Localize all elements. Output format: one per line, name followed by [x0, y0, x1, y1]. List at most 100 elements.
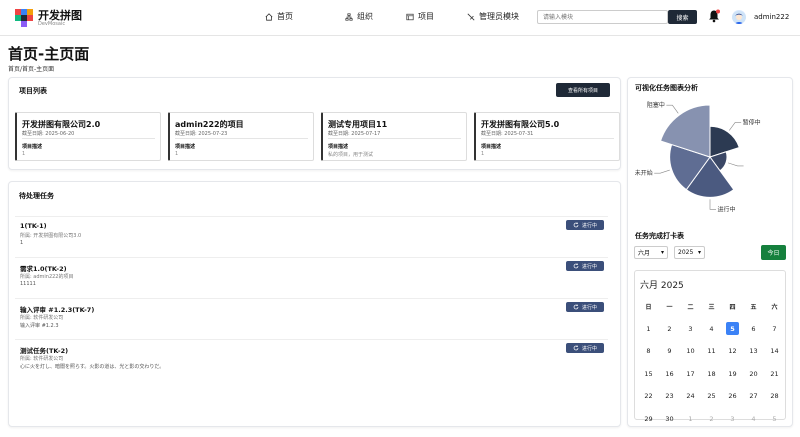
- project-date: 截至日期: 2025-07-23: [175, 131, 228, 137]
- project-name: admin222的项目: [175, 120, 244, 129]
- task-owner: 所属: 软件研发公司: [20, 356, 64, 362]
- task-item[interactable]: 1(TK-1) 所属: 开发拼图有限公司3.0 1 进行中: [15, 216, 608, 253]
- task-item[interactable]: 测试任务(TK-2) 所属: 软件研发公司 心に火を灯し、暗闇を照らす。火影の道…: [15, 339, 608, 376]
- nav-project-label: 项目: [418, 12, 434, 21]
- divider: [22, 138, 155, 139]
- calendar-day[interactable]: 8: [638, 340, 659, 363]
- project-desc: 私的项目，用于测试: [328, 152, 374, 158]
- status-badge: 进行中: [566, 220, 604, 230]
- year-select[interactable]: 2025 ▾: [674, 246, 705, 259]
- calendar-day-today[interactable]: 5: [722, 318, 743, 341]
- task-owner: 所属: admin222的项目: [20, 274, 74, 280]
- bell-icon[interactable]: [708, 9, 720, 23]
- page-title: 首页-主页面: [8, 45, 90, 63]
- checkin-title: 任务完成打卡表: [635, 232, 684, 240]
- calendar-day-next-month[interactable]: 1: [680, 408, 701, 431]
- home-icon: [265, 12, 273, 21]
- refresh-icon: [573, 345, 579, 351]
- refresh-icon: [573, 222, 579, 228]
- calendar-day[interactable]: 17: [680, 363, 701, 386]
- weekday-header: 二: [687, 303, 694, 311]
- calendar-day[interactable]: 4: [701, 318, 722, 341]
- calendar-day[interactable]: 11: [701, 340, 722, 363]
- avatar[interactable]: [732, 10, 746, 24]
- view-all-projects-button[interactable]: 查看所有项目: [556, 83, 610, 97]
- status-label: 进行中: [581, 222, 597, 229]
- task-rose-chart: 暂停中进行中 未开始 阻塞中: [635, 101, 761, 213]
- calendar-grid: 日一二三四五六 1 2 3 4 5 6 7 8 9 10 11 12 13 14 15 16 17 18 19 20 21…: [638, 295, 785, 430]
- status-label: 进行中: [581, 345, 597, 352]
- calendar-day[interactable]: 14: [764, 340, 785, 363]
- label-leader-line: [709, 199, 716, 210]
- calendar-day[interactable]: 10: [680, 340, 701, 363]
- calendar-day[interactable]: 28: [764, 385, 785, 408]
- today-button[interactable]: 今日: [761, 245, 786, 260]
- nav-project[interactable]: 项目: [406, 11, 434, 22]
- calendar-day[interactable]: 26: [722, 385, 743, 408]
- divider: [328, 138, 461, 139]
- task-owner: 所属: 软件研发公司: [20, 315, 64, 321]
- calendar-day[interactable]: 9: [659, 340, 680, 363]
- task-title: 测试任务(TK-2): [20, 347, 69, 355]
- project-desc-label: 项目描述: [481, 144, 502, 150]
- nav-admin[interactable]: 管理员模块: [467, 11, 519, 22]
- task-item[interactable]: 输入评审 #1.2.3(TK-7) 所属: 软件研发公司 输入评审 #1.2.3…: [15, 298, 608, 335]
- project-card[interactable]: 开发拼图有限公司5.0 截至日期: 2025-07-31 项目描述 1: [474, 112, 620, 161]
- calendar-day[interactable]: 21: [764, 363, 785, 386]
- nav-org-label: 组织: [357, 12, 373, 21]
- calendar-day[interactable]: 24: [680, 385, 701, 408]
- calendar-day[interactable]: 30: [659, 408, 680, 431]
- search-button[interactable]: 搜索: [668, 10, 697, 24]
- task-desc: 11111: [20, 281, 36, 287]
- project-date: 截至日期: 2025-06-20: [22, 131, 75, 137]
- task-title: 输入评审 #1.2.3(TK-7): [20, 306, 95, 314]
- breadcrumb[interactable]: 首页/首页-主页面: [8, 64, 54, 73]
- calendar-day[interactable]: 7: [764, 318, 785, 341]
- search-input[interactable]: [537, 10, 668, 24]
- calendar-day-next-month[interactable]: 5: [764, 408, 785, 431]
- nav-org[interactable]: 组织: [345, 11, 373, 22]
- calendar-day[interactable]: 13: [743, 340, 764, 363]
- calendar-day[interactable]: 15: [638, 363, 659, 386]
- slice-label: 阻塞中: [647, 101, 665, 109]
- month-select[interactable]: 六月 ▾: [634, 246, 668, 259]
- calendar-day[interactable]: 1: [638, 318, 659, 341]
- username[interactable]: admin222: [754, 13, 789, 21]
- project-card[interactable]: admin222的项目 截至日期: 2025-07-23 项目描述 1: [168, 112, 314, 161]
- project-card[interactable]: 开发拼图有限公司2.0 截至日期: 2025-06-20 项目描述 1: [15, 112, 161, 161]
- calendar-day[interactable]: 22: [638, 385, 659, 408]
- rose-slice[interactable]: [659, 104, 711, 158]
- calendar-day[interactable]: 12: [722, 340, 743, 363]
- project-desc: 1: [22, 151, 26, 157]
- calendar-day[interactable]: 29: [638, 408, 659, 431]
- calendar-day[interactable]: 16: [659, 363, 680, 386]
- calendar-day[interactable]: 3: [680, 318, 701, 341]
- nav-home[interactable]: 首页: [265, 11, 293, 22]
- calendar-title: 六月 2025: [640, 281, 684, 291]
- slice-label: 进行中: [718, 205, 736, 213]
- task-item[interactable]: 需求1.0(TK-2) 所属: admin222的项目 11111 进行中: [15, 257, 608, 294]
- project-card[interactable]: 测试专用项目11 截至日期: 2025-07-17 项目描述 私的项目，用于测试: [321, 112, 467, 161]
- avatar-image: [732, 11, 746, 24]
- task-title: 1(TK-1): [20, 222, 47, 230]
- calendar-day[interactable]: 25: [701, 385, 722, 408]
- calendar-day[interactable]: 6: [743, 318, 764, 341]
- calendar-day-next-month[interactable]: 4: [743, 408, 764, 431]
- month-select-value: 六月: [638, 250, 651, 257]
- weekday-header: 日: [645, 303, 652, 311]
- project-desc-label: 项目描述: [328, 144, 349, 150]
- calendar-day[interactable]: 20: [743, 363, 764, 386]
- task-desc: 心に火を灯し、暗闇を照らす。火影の道は、光と影の交わりだ。: [20, 364, 165, 370]
- calendar-day[interactable]: 27: [743, 385, 764, 408]
- calendar-day[interactable]: 2: [659, 318, 680, 341]
- project-desc: 1: [481, 151, 485, 157]
- calendar-day[interactable]: 23: [659, 385, 680, 408]
- project-name: 测试专用项目11: [328, 120, 388, 129]
- calendar-day[interactable]: 19: [722, 363, 743, 386]
- calendar-day-next-month[interactable]: 3: [722, 408, 743, 431]
- weekday-header: 四: [729, 303, 736, 311]
- status-badge: 进行中: [566, 302, 604, 312]
- calendar-day-next-month[interactable]: 2: [701, 408, 722, 431]
- calendar-day[interactable]: 18: [701, 363, 722, 386]
- label-leader-line: [654, 169, 670, 174]
